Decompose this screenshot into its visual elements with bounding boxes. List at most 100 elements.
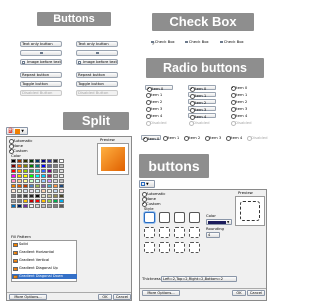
color-swatch[interactable] (17, 169, 22, 173)
color-swatch[interactable] (35, 179, 40, 183)
radio-item[interactable]: Item 3 (145, 106, 173, 112)
image-only-button[interactable] (20, 50, 62, 56)
color-swatch[interactable] (53, 174, 58, 178)
style-option[interactable] (189, 227, 200, 238)
fill-item[interactable]: Gradient Vertical (12, 258, 77, 263)
color-swatch[interactable] (35, 174, 40, 178)
more-options-button[interactable]: More Options... (9, 294, 47, 300)
fill-item-selected[interactable]: Gradient Diagonal Down (12, 274, 77, 279)
color-swatch[interactable] (29, 194, 34, 198)
color-swatch[interactable] (59, 189, 64, 193)
checkbox-item[interactable]: Check Box (220, 40, 244, 44)
radio-item[interactable]: Item 4 (225, 135, 245, 141)
checkbox-item[interactable]: ✓ Check Box (151, 40, 175, 45)
ok-button[interactable]: OK (232, 290, 246, 296)
color-swatch[interactable] (17, 159, 22, 163)
color-swatch[interactable] (11, 184, 16, 188)
color-swatch[interactable] (29, 169, 34, 173)
color-swatch[interactable] (41, 164, 46, 168)
radio-item[interactable]: Item 1 (145, 92, 173, 98)
color-swatch[interactable] (17, 204, 22, 208)
color-swatch[interactable] (23, 194, 28, 198)
color-swatch[interactable] (35, 199, 40, 203)
style-option[interactable] (144, 242, 155, 253)
radio-item[interactable]: Item 2 (230, 99, 258, 105)
color-swatch[interactable] (11, 204, 16, 208)
color-swatch[interactable] (23, 174, 28, 178)
ok-button[interactable]: OK (98, 294, 112, 300)
thickness-field[interactable]: Left=2,Top=2,Right=2,Bottom=2 (161, 276, 237, 282)
color-swatch[interactable] (11, 164, 16, 168)
color-swatch[interactable] (41, 194, 46, 198)
split-color-button[interactable]: ⛽ ▼ (6, 127, 28, 135)
more-options-button[interactable]: More Options... (142, 290, 180, 296)
color-swatch[interactable] (23, 204, 28, 208)
color-swatch[interactable] (29, 184, 34, 188)
color-swatch[interactable] (17, 174, 22, 178)
color-swatch[interactable] (11, 194, 16, 198)
radio-item[interactable]: Item 3 (204, 135, 224, 141)
color-swatch[interactable] (41, 189, 46, 193)
color-swatch[interactable] (59, 179, 64, 183)
color-swatch[interactable] (53, 194, 58, 198)
rounding-stepper[interactable]: 4 (206, 232, 220, 238)
repeat-button[interactable]: Repeat button (76, 72, 118, 78)
color-swatch[interactable] (11, 174, 16, 178)
color-swatch[interactable] (17, 194, 22, 198)
color-swatch[interactable] (41, 169, 46, 173)
color-swatch[interactable] (23, 169, 28, 173)
radio-item[interactable]: Item 2 (145, 99, 173, 105)
color-swatch[interactable] (53, 169, 58, 173)
color-swatch[interactable] (29, 189, 34, 193)
color-swatch[interactable] (29, 199, 34, 203)
style-option[interactable] (159, 242, 170, 253)
color-swatch[interactable] (17, 199, 22, 203)
color-swatch[interactable] (29, 204, 34, 208)
color-swatch[interactable] (35, 194, 40, 198)
radio-item[interactable]: Item 4 (230, 113, 258, 119)
image-before-text-button[interactable]: Image before text (20, 59, 62, 65)
radio-item[interactable]: Item 0 (141, 135, 161, 142)
repeat-button[interactable]: Repeat button (20, 72, 62, 78)
fill-item[interactable]: Gradient Diagonal Up (12, 266, 77, 271)
color-swatch[interactable] (29, 179, 34, 183)
radio-item[interactable]: Item 4 (188, 113, 216, 120)
style-option[interactable] (174, 227, 185, 238)
cancel-button[interactable]: Cancel (247, 290, 265, 296)
color-swatch[interactable] (47, 179, 52, 183)
color-swatch[interactable] (41, 159, 46, 163)
color-swatch[interactable] (53, 199, 58, 203)
color-swatch[interactable] (23, 184, 28, 188)
color-swatch[interactable] (53, 159, 58, 163)
style-option[interactable] (189, 242, 200, 253)
color-picker-button[interactable]: ▼ (206, 219, 232, 225)
checkbox-item[interactable]: Check Box (185, 40, 209, 44)
color-swatch[interactable] (59, 194, 64, 198)
radio-item[interactable]: Item 1 (230, 92, 258, 98)
color-swatch[interactable] (23, 159, 28, 163)
color-swatch[interactable] (47, 204, 52, 208)
color-swatch[interactable] (47, 184, 52, 188)
style-option[interactable] (174, 212, 185, 223)
color-swatch[interactable] (11, 159, 16, 163)
color-swatch[interactable] (59, 199, 64, 203)
radio-item[interactable]: Item 1 (188, 92, 216, 99)
color-swatch[interactable] (41, 174, 46, 178)
color-swatch[interactable] (29, 164, 34, 168)
radio-item[interactable]: Item 3 (188, 106, 216, 113)
color-swatch[interactable] (47, 164, 52, 168)
cancel-button[interactable]: Cancel (113, 294, 131, 300)
color-swatch-grid[interactable] (11, 159, 64, 208)
image-before-text-button[interactable]: Image before text (76, 59, 118, 65)
style-option-selected[interactable] (144, 212, 155, 223)
radio-item[interactable]: Item 0 (188, 85, 216, 92)
color-swatch[interactable] (17, 179, 22, 183)
color-swatch[interactable] (17, 184, 22, 188)
color-swatch[interactable] (41, 179, 46, 183)
color-swatch[interactable] (53, 189, 58, 193)
style-option[interactable] (189, 212, 200, 223)
text-only-button[interactable]: Text only button (76, 41, 118, 47)
fill-item[interactable]: Gradient Horizontal (12, 250, 77, 255)
color-swatch[interactable] (35, 189, 40, 193)
style-option[interactable] (144, 227, 155, 238)
